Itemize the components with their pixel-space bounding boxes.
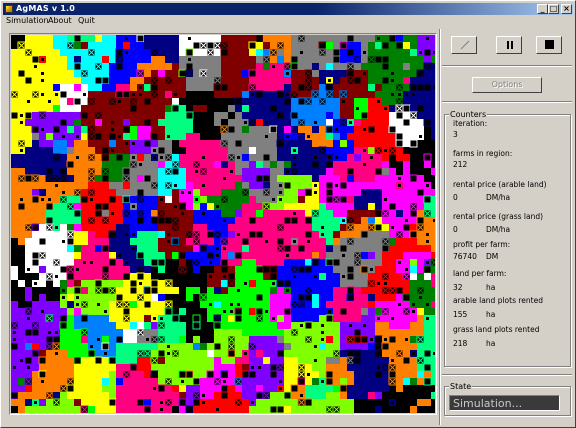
counter-value-arable-price: 0	[453, 193, 458, 202]
counter-unit-land: ha	[486, 283, 496, 292]
title-bar[interactable]: AgMAS v 1.0 _ □ ×	[3, 3, 573, 15]
stop-button[interactable]	[536, 36, 562, 54]
state-display: Simulation...	[449, 395, 560, 411]
counter-value-grass-rented: 218	[453, 339, 468, 348]
counter-unit-profit: DM	[486, 252, 499, 261]
simulation-map[interactable]	[9, 33, 437, 415]
counter-value-land: 32	[453, 283, 463, 292]
land-grid[interactable]	[11, 35, 435, 413]
stop-icon	[545, 40, 554, 49]
menu-bar: Simulation About Quit	[3, 15, 573, 26]
menu-quit[interactable]: Quit	[78, 16, 95, 25]
panel-divider	[439, 29, 441, 425]
state-title: State	[449, 382, 473, 391]
options-button[interactable]: Options	[472, 77, 542, 93]
menu-simulation[interactable]: Simulation	[6, 16, 49, 25]
counter-label-arable-price: rental price (arable land)	[453, 180, 547, 189]
separator	[442, 101, 572, 103]
minimize-button[interactable]: _	[537, 4, 548, 14]
counter-unit-arable-rented: ha	[486, 310, 496, 319]
counter-label-iteration: iteration:	[453, 119, 488, 128]
counter-unit-grass-rented: ha	[486, 339, 496, 348]
separator	[442, 65, 572, 67]
counter-label-farms: farms in region:	[453, 149, 513, 158]
counter-unit-arable-price: DM/ha	[486, 193, 511, 202]
pause-button[interactable]	[496, 36, 522, 54]
menu-about[interactable]: About	[48, 16, 72, 25]
counter-label-land: land per farm:	[453, 269, 507, 278]
counter-unit-grass-price: DM/ha	[486, 225, 511, 234]
counter-label-grass-rented: grass land plots rented	[453, 325, 540, 334]
play-button[interactable]	[451, 36, 477, 54]
counter-label-profit: profit per farm:	[453, 240, 511, 249]
close-button[interactable]: ×	[561, 4, 572, 14]
counter-value-farms: 212	[453, 160, 468, 169]
maximize-button[interactable]: □	[548, 4, 559, 14]
counter-value-arable-rented: 155	[453, 310, 468, 319]
counter-label-grass-price: rental price (grass land)	[453, 212, 544, 221]
counter-value-grass-price: 0	[453, 225, 458, 234]
window-title: AgMAS v 1.0	[16, 4, 75, 13]
counter-value-iteration: 3	[453, 130, 458, 139]
app-window: AgMAS v 1.0 _ □ × Simulation About Quit …	[0, 0, 576, 428]
play-icon	[460, 40, 470, 50]
counter-label-arable-rented: arable land plots rented	[453, 296, 543, 305]
app-icon	[5, 5, 13, 13]
counters-title: Counters	[449, 110, 488, 119]
separator	[442, 374, 572, 376]
pause-icon	[507, 41, 513, 49]
counter-value-profit: 76740	[453, 252, 477, 261]
